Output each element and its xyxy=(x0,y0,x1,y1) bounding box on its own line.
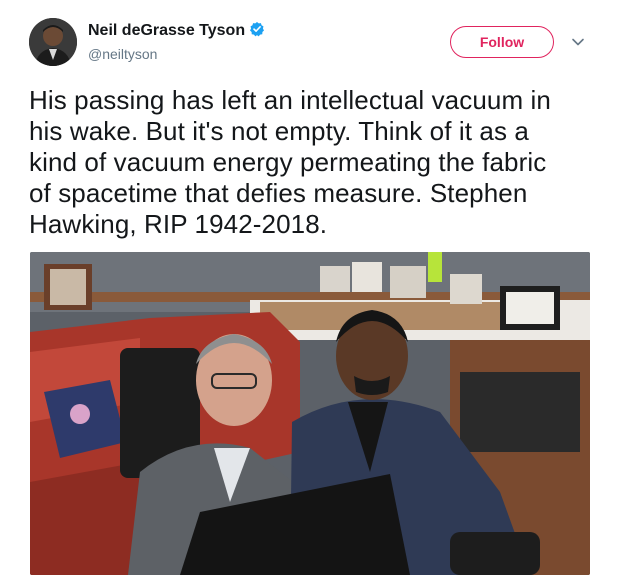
tweet-card: Neil deGrasse Tyson @neiltyson Follow Hi… xyxy=(0,0,617,575)
follow-button[interactable]: Follow xyxy=(450,26,554,58)
display-name[interactable]: Neil deGrasse Tyson xyxy=(88,21,265,43)
display-name-text[interactable]: Neil deGrasse Tyson xyxy=(88,22,245,39)
tweet-header: Neil deGrasse Tyson @neiltyson Follow xyxy=(29,18,595,70)
user-name-block: Neil deGrasse Tyson @neiltyson xyxy=(88,21,265,63)
tweet-text: His passing has left an intellectual vac… xyxy=(29,85,551,239)
tweet-photo[interactable] xyxy=(30,252,590,575)
avatar[interactable] xyxy=(29,18,77,66)
verified-badge-icon xyxy=(249,21,265,43)
chevron-down-icon[interactable] xyxy=(570,34,586,50)
user-handle[interactable]: @neiltyson xyxy=(88,45,265,63)
